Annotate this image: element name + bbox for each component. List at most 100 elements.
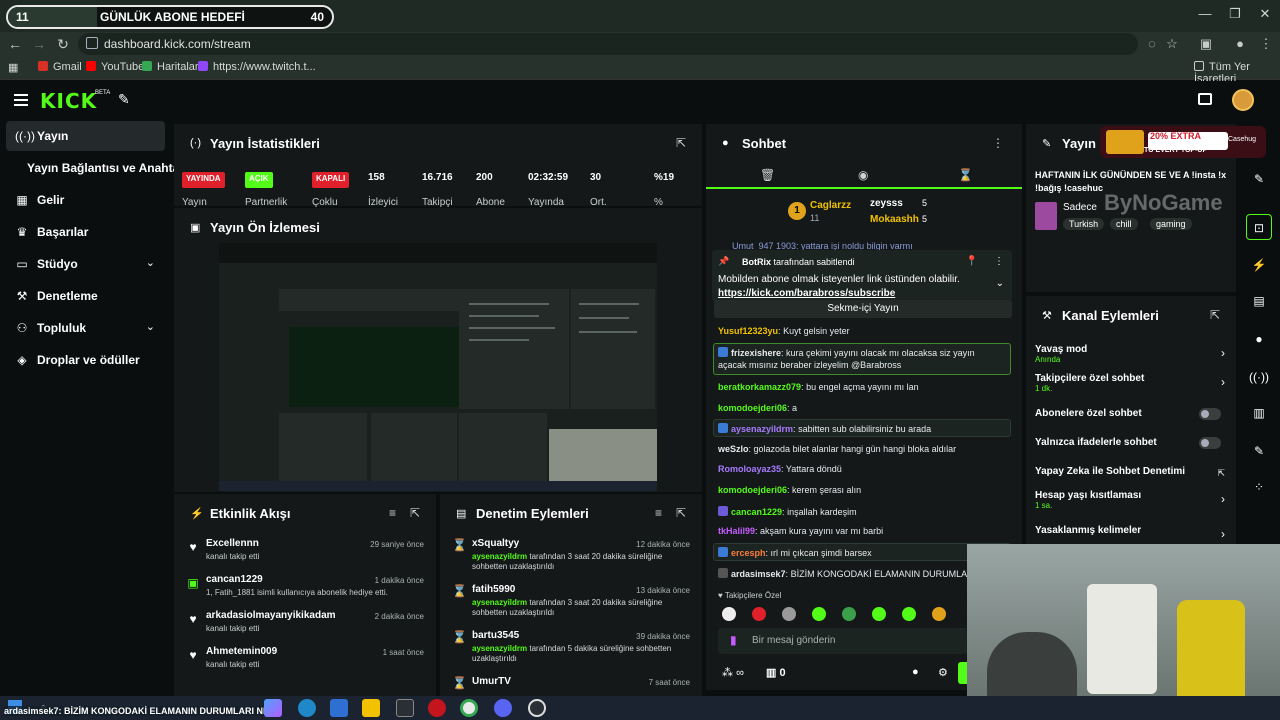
mod-target-name[interactable]: UmurTV [472,676,511,687]
stream-preview-video[interactable] [219,243,657,491]
chat-icon[interactable]: ◉ [858,168,868,182]
discord-icon[interactable] [494,699,512,717]
feed-user-name[interactable]: Excellennn [206,538,259,549]
sidebar-item-moderation[interactable]: ⚒ Denetleme [6,281,165,311]
mod-moderator-name[interactable]: aysenazyildrm [472,644,527,653]
eye-off-icon[interactable]: ◌ [1144,36,1160,52]
in-tab-stream-button[interactable]: Sekme-içi Yayın [714,300,1012,318]
action-ai-moderation[interactable]: Yapay Zeka ile Sohbet Denetimi ⇱ [1035,466,1225,478]
browser-menu-icon[interactable]: ⋮ [1258,36,1274,52]
url-field[interactable]: dashboard.kick.com/stream [78,33,1138,55]
user-avatar[interactable] [1232,89,1254,111]
emote-icon[interactable] [872,607,886,621]
mail-icon[interactable] [330,699,348,717]
action-followers-only[interactable]: Takipçilere özel sohbet 1 dk. › [1035,373,1225,393]
mod-target-name[interactable]: bartu3545 [472,630,519,641]
sidebar-item-stream[interactable]: ((·)) Yayın [6,121,165,151]
chat-username[interactable]: aysenazyildrm [731,424,793,434]
filter-icon[interactable]: ≡ [655,506,662,520]
document-icon[interactable]: ▤ [1246,288,1272,314]
chat-username[interactable]: frizexishere [731,348,781,358]
tag-chip[interactable]: gaming [1150,218,1192,230]
sidebar-item-revenue[interactable]: ▦ Gelir [6,185,165,215]
mod-target-name[interactable]: xSqualtyy [472,538,519,549]
hourglass-icon[interactable]: ⌛ [958,168,973,182]
feed-user-name[interactable]: cancan1229 [206,574,263,585]
gift-counter[interactable]: ▥ 0 [766,666,786,679]
xbox-icon[interactable] [396,699,414,717]
extensions-icon[interactable]: ▣ [1198,36,1214,52]
action-account-age[interactable]: Hesap yaşı kısıtlaması 1 sa. › [1035,490,1225,510]
emote-icon[interactable] [932,607,946,621]
trash-icon[interactable]: 🗑 [760,168,775,182]
filter-icon[interactable]: ≡ [389,506,396,520]
bookmark-maps[interactable]: Haritalar [142,61,199,73]
forward-arrow-icon[interactable]: → [30,35,48,53]
chrome-icon[interactable] [460,699,478,717]
storage-icon[interactable]: ▥ [1246,400,1272,426]
sidebar-item-stream-key[interactable]: Yayın Bağlantısı ve Anahtarı [6,153,187,183]
mod-target-name[interactable]: fatih5990 [472,584,515,595]
bookmark-youtube[interactable]: YouTube [86,61,144,73]
chat-username[interactable]: Romoloayaz35 [718,464,781,474]
emote-icon[interactable] [812,607,826,621]
top-gifter-name[interactable]: Caglarzz [810,200,851,211]
pinned-options-icon[interactable]: ⋮ [994,256,1004,267]
feed-user-name[interactable]: Ahmetemin009 [206,646,277,657]
subscribers-only-toggle[interactable] [1199,408,1221,420]
focus-icon[interactable]: ⊡ [1246,214,1272,240]
bookmark-twitch[interactable]: https://www.twitch.t... [198,61,316,73]
gifter-name[interactable]: zeysss [870,198,903,209]
tag-chip[interactable]: Turkish [1063,218,1105,230]
emote-icon[interactable] [902,607,916,621]
emote-icon[interactable] [782,607,796,621]
site-info-icon[interactable] [86,37,98,49]
add-widget-icon[interactable]: ⁘ [1246,474,1272,500]
emote-icon[interactable] [752,607,766,621]
mod-moderator-name[interactable]: aysenazyildrm [472,552,527,561]
restore-icon[interactable]: ❐ [1220,6,1250,24]
mod-moderator-name[interactable]: aysenazyildrm [472,598,527,607]
chat-username[interactable]: tkHalil99 [718,526,755,536]
chat-input[interactable]: ▮ Bir mesaj gönderin [718,628,968,654]
popout-icon[interactable]: ⇱ [676,136,686,150]
chat-username[interactable]: komodoejderi06 [718,485,787,495]
pinned-link[interactable]: https://kick.com/barabross/subscribe [718,288,895,299]
pin-icon[interactable]: ✎ [118,91,130,108]
feed-user-name[interactable]: arkadasiolmayanyikikadam [206,610,336,621]
apps-grid-icon[interactable]: ▦ [8,61,18,74]
action-slow-mode[interactable]: Yavaş mod Anında › [1035,344,1225,364]
bookmark-star-icon[interactable]: ☆ [1164,36,1180,52]
chat-username[interactable]: komodoejderi06 [718,403,787,413]
edge-icon[interactable] [298,699,316,717]
chat-username[interactable]: cancan1229 [731,507,782,517]
popout-icon[interactable]: ⇱ [1210,308,1220,322]
chat-username[interactable]: ardasimsek7 [731,569,786,579]
kick-logo[interactable]: KICK [40,89,97,113]
sidebar-item-drops[interactable]: ◈ Droplar ve ödüller [6,345,165,375]
sidebar-item-achievements[interactable]: ♛ Başarılar [6,217,165,247]
folder-icon[interactable] [362,699,380,717]
reload-icon[interactable]: ↻ [54,35,72,53]
emote-icon[interactable] [722,607,736,621]
broadcast-icon[interactable]: ((·)) [1246,364,1272,390]
bookmark-gmail[interactable]: Gmail [38,61,82,73]
edit-icon[interactable]: ✎ [1246,166,1272,192]
gifter-name[interactable]: Mokaashh [870,214,919,225]
chat-username[interactable]: ercesph [731,548,766,558]
stream-manager-icon[interactable] [1198,93,1212,105]
minimize-icon[interactable]: — [1190,6,1220,24]
sidebar-item-studio[interactable]: ▭ Stüdyo ⌄ [6,249,165,279]
bolt-icon[interactable]: ⚡ [1246,252,1272,278]
unpin-icon[interactable]: 📍 [966,256,978,267]
chat-bubble-icon[interactable]: ● [912,666,919,678]
chat-username[interactable]: weSzlo [718,444,749,454]
close-window-icon[interactable]: ✕ [1250,6,1280,24]
wrench-icon[interactable]: ✎ [1246,438,1272,464]
channel-points[interactable]: ⁂ ∞ [722,666,744,679]
chat-username[interactable]: beratkorkamazz079 [718,382,801,392]
chat-username[interactable]: Yusuf12323yu [718,326,778,336]
opera-icon[interactable] [428,699,446,717]
emote-icon[interactable] [842,607,856,621]
mic-icon[interactable]: ▮ [730,633,737,647]
